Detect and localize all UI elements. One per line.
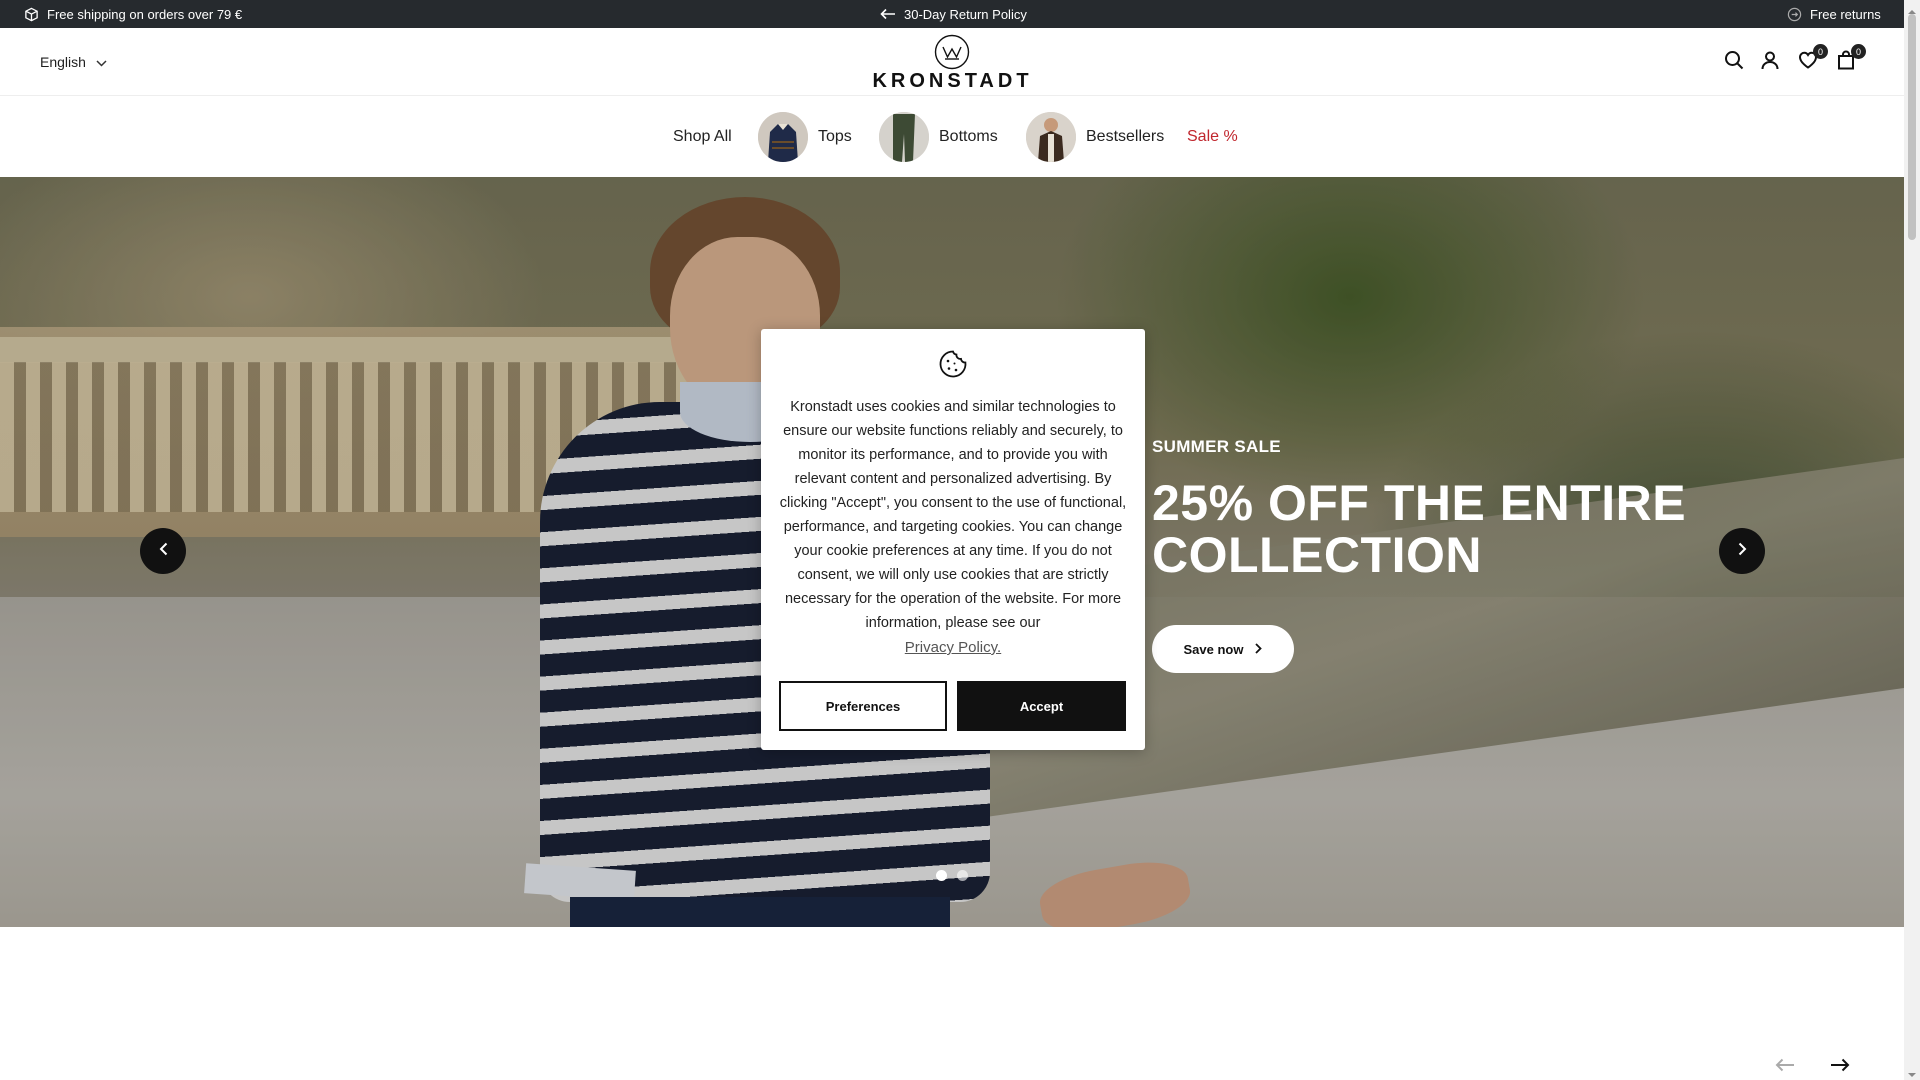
- language-label: English: [40, 54, 86, 70]
- brand-logo[interactable]: KRONSTADT: [870, 32, 1035, 92]
- hero-headline-line-1: 25% OFF THE ENTIRE: [1152, 475, 1687, 531]
- return-policy-notice[interactable]: 30-Day Return Policy: [880, 0, 1027, 28]
- cookie-consent-dialog: Kronstadt uses cookies and similar techn…: [761, 329, 1145, 750]
- carousel-dot-2[interactable]: [957, 870, 968, 881]
- nav-item-shop-all[interactable]: Shop All: [673, 97, 732, 177]
- return-policy-text: 30-Day Return Policy: [904, 6, 1027, 22]
- nav-item-label: Tops: [818, 128, 852, 145]
- bestsellers-thumbnail: [1026, 112, 1076, 162]
- cart-count-badge: 0: [1851, 44, 1866, 59]
- section-prev-button[interactable]: [1775, 1058, 1795, 1078]
- nav-item-label: Shop All: [673, 128, 732, 145]
- cta-label: Save now: [1183, 641, 1244, 657]
- carousel-prev-button[interactable]: [140, 528, 186, 574]
- save-now-button[interactable]: Save now: [1152, 625, 1294, 673]
- brand-name: KRONSTADT: [872, 70, 1033, 92]
- category-nav: Shop All Tops Bottoms Bestsellers Sale %: [0, 97, 1904, 177]
- carousel-pagination: [936, 870, 968, 881]
- language-selector[interactable]: English: [40, 28, 107, 96]
- wishlist-button[interactable]: 0: [1794, 44, 1828, 76]
- user-icon: [1760, 50, 1780, 75]
- carousel-dot-1[interactable]: [936, 870, 947, 881]
- privacy-policy-link[interactable]: Privacy Policy.: [905, 639, 1001, 656]
- cookie-icon: [938, 349, 968, 379]
- cart-button[interactable]: 0: [1832, 44, 1866, 76]
- free-returns-notice: Free returns: [1787, 0, 1881, 28]
- nav-item-bottoms[interactable]: Bottoms: [879, 97, 998, 177]
- cookie-consent-text: Kronstadt uses cookies and similar techn…: [779, 399, 1127, 631]
- hero-headline: 25% OFF THE ENTIRE COLLECTION: [1152, 477, 1712, 581]
- nav-item-sale[interactable]: Sale %: [1187, 97, 1238, 177]
- crown-logo-icon: [934, 34, 970, 70]
- returns-badge-icon: [1787, 7, 1802, 22]
- search-button[interactable]: [1720, 48, 1748, 76]
- scroll-up-icon[interactable]: [1907, 3, 1917, 14]
- chevron-left-icon: [159, 542, 168, 561]
- section-next-button[interactable]: [1830, 1058, 1850, 1078]
- box-icon: [24, 7, 39, 22]
- nav-item-tops[interactable]: Tops: [758, 97, 852, 177]
- free-shipping-text: Free shipping on orders over 79 €: [47, 6, 243, 22]
- nav-item-label: Sale %: [1187, 128, 1238, 145]
- hero-eyebrow: SUMMER SALE: [1152, 437, 1281, 456]
- arrow-left-icon: [1775, 1058, 1795, 1076]
- carousel-next-button[interactable]: [1719, 528, 1765, 574]
- chevron-down-icon: [96, 54, 107, 70]
- nav-item-bestsellers[interactable]: Bestsellers: [1026, 97, 1164, 177]
- hero-copy: SUMMER SALE 25% OFF THE ENTIRE COLLECTIO…: [1152, 437, 1712, 673]
- return-arrow-icon: [880, 8, 896, 20]
- page-scrollbar[interactable]: [1904, 0, 1920, 1080]
- free-returns-text: Free returns: [1810, 6, 1881, 22]
- free-shipping-notice: Free shipping on orders over 79 €: [24, 0, 242, 28]
- chevron-right-icon: [1255, 642, 1263, 657]
- scroll-down-icon[interactable]: [1907, 1066, 1917, 1077]
- wishlist-count-badge: 0: [1813, 44, 1828, 59]
- arrow-right-icon: [1830, 1058, 1850, 1076]
- bottoms-thumbnail: [879, 112, 929, 162]
- site-header: English KRONSTADT 0 0: [0, 28, 1904, 96]
- search-icon: [1724, 50, 1744, 75]
- nav-item-label: Bottoms: [939, 128, 998, 145]
- nav-item-label: Bestsellers: [1086, 128, 1165, 145]
- preferences-button[interactable]: Preferences: [779, 681, 947, 731]
- account-button[interactable]: [1756, 48, 1784, 76]
- privacy-policy-row: Privacy Policy.: [761, 639, 1145, 656]
- hero-headline-line-2: COLLECTION: [1152, 527, 1482, 583]
- chevron-right-icon: [1738, 542, 1747, 561]
- tops-thumbnail: [758, 112, 808, 162]
- accept-button[interactable]: Accept: [957, 681, 1126, 731]
- scrollbar-thumb[interactable]: [1908, 14, 1916, 240]
- announcement-bar: Free shipping on orders over 79 € 30-Day…: [0, 0, 1904, 28]
